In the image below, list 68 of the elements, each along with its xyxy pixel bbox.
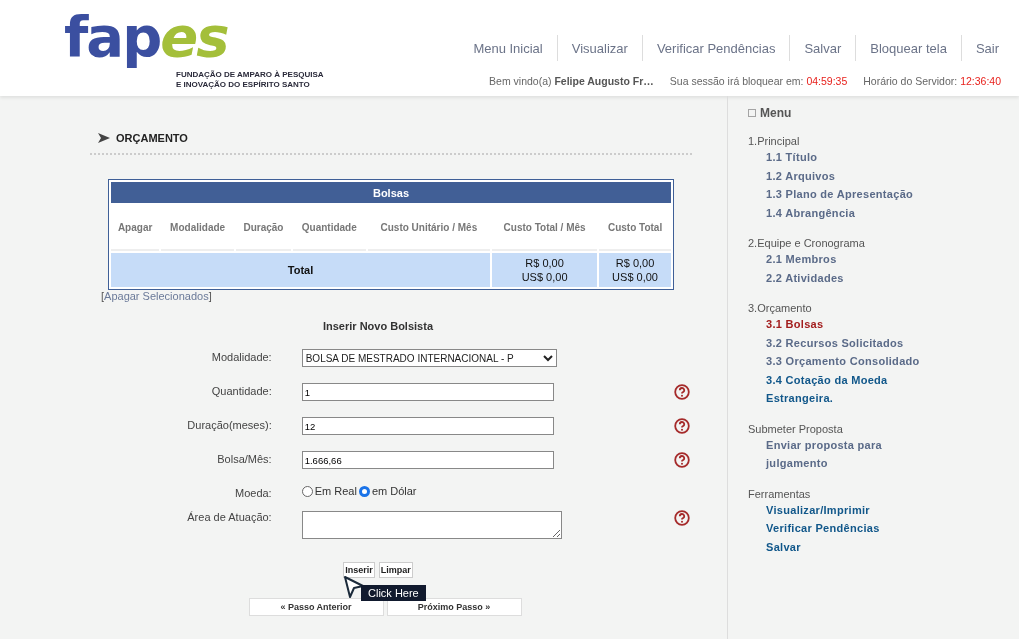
input-field[interactable]: 1: [301, 383, 554, 401]
menu-link[interactable]: Verificar Pendências: [766, 519, 936, 538]
help-icon[interactable]: [674, 384, 691, 400]
menu-link[interactable]: 1.1 Título: [766, 148, 936, 167]
menu-section-heading: Submeter Proposta: [748, 422, 844, 435]
menu-icon: [748, 109, 756, 117]
field-label: Área de Atuação:: [186, 510, 272, 523]
menu-title: Menu: [760, 106, 792, 120]
session-timer: Sua sessão irá bloquear em: 04:59:35: [669, 75, 848, 87]
cursor-icon: [343, 575, 365, 599]
menu-link[interactable]: 1.2 Arquivos: [766, 166, 936, 185]
field-label: Moeda:: [234, 486, 272, 499]
total-label: Total: [111, 253, 491, 287]
tooltip: Click Here: [361, 585, 426, 601]
menu-link[interactable]: 1.3 Plano de Apresentação: [766, 185, 936, 204]
chevron-down-icon: [542, 354, 553, 362]
server-time: Horário do Servidor: 12:36:40: [863, 75, 1001, 87]
modalidade-dropdown[interactable]: BOLSA DE MESTRADO INTERNACIONAL - P: [301, 349, 557, 367]
form-title: Inserir Novo Bolsista: [321, 320, 435, 332]
bracket: [: [101, 290, 105, 302]
logo-tagline: FUNDAÇÃO DE AMPARO À PESQUISA: [176, 70, 324, 79]
help-icon[interactable]: [674, 452, 691, 468]
arrow-icon: [98, 132, 110, 144]
nav-link[interactable]: Bloquear tela: [856, 40, 961, 56]
form-button[interactable]: Limpar: [378, 562, 413, 578]
nav-link[interactable]: Salvar: [790, 40, 856, 56]
menu-section-heading: 1.Principal: [748, 135, 801, 147]
field-label: Quantidade:: [210, 384, 272, 397]
text-area[interactable]: [301, 511, 562, 539]
nav-link[interactable]: Sair: [961, 40, 1001, 56]
menu-link[interactable]: 2.1 Membros: [766, 250, 936, 269]
radio-label: em Dólar: [371, 485, 417, 497]
table-title: Bolsas: [111, 182, 671, 203]
help-icon[interactable]: [674, 418, 691, 434]
logo-tagline: E INOVAÇÃO DO ESPÍRITO SANTO: [176, 80, 310, 90]
pager-button[interactable]: Próximo Passo »: [386, 598, 522, 616]
radio-button[interactable]: [358, 485, 370, 497]
menu-link[interactable]: 3.3 Orçamento Consolidado: [766, 352, 936, 371]
welcome-text: Bem vindo(a) Felipe Augusto Fr…: [489, 75, 654, 87]
menu-link[interactable]: 1.4 Abrangência: [766, 203, 936, 222]
field-label: Bolsa/Mês:: [216, 452, 272, 465]
table-cell: R$ 0,00 US$ 0,00: [599, 253, 671, 287]
menu-section-heading: Ferramentas: [748, 487, 812, 500]
table-cell: R$ 0,00 US$ 0,00: [492, 253, 598, 287]
menu-link[interactable]: Visualizar/Imprimir: [766, 500, 936, 519]
menu-link[interactable]: 2.2 Atividades: [766, 268, 936, 287]
radio-label: Em Real: [314, 485, 357, 497]
menu-link[interactable]: 3.2 Recursos Solicitados: [766, 333, 936, 352]
nav-link[interactable]: Visualizar: [557, 40, 642, 56]
help-icon[interactable]: [674, 510, 691, 526]
nav-link[interactable]: Verificar Pendências: [642, 40, 790, 56]
nav-link[interactable]: Menu Inicial: [459, 40, 557, 56]
logo-wordmark: fapes: [64, 4, 229, 70]
field-label: Modalidade:: [210, 350, 272, 363]
form-button[interactable]: Inserir: [343, 562, 375, 578]
input-field[interactable]: 12: [301, 417, 554, 435]
menu-section-heading: 3.Orçamento: [748, 302, 813, 314]
section-title: ORÇAMENTO: [116, 132, 188, 144]
menu-link[interactable]: Enviar proposta para julgamento: [766, 435, 936, 473]
radio-button[interactable]: [301, 485, 313, 497]
input-field[interactable]: 1.666,66: [301, 451, 554, 469]
bracket: ]: [208, 290, 212, 302]
menu-link[interactable]: 3.1 Bolsas: [766, 315, 936, 334]
delete-selected-link[interactable]: Apagar Selecionados: [104, 290, 209, 302]
field-label: Duração(meses):: [186, 418, 272, 431]
menu-link[interactable]: Salvar: [766, 537, 936, 556]
menu-link[interactable]: 3.4 Cotação da Moeda Estrangeira.: [766, 370, 936, 408]
menu-section-heading: 2.Equipe e Cronograma: [748, 237, 866, 249]
